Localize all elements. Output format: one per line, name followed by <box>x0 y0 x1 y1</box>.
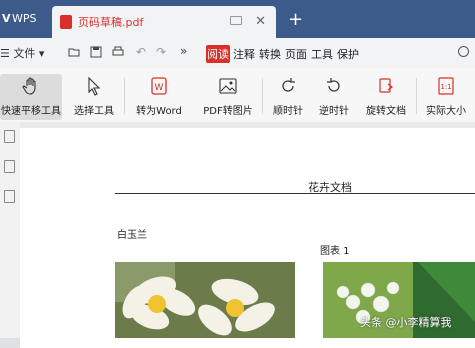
tab-convert[interactable]: 转换 <box>258 45 282 63</box>
new-tab-button[interactable]: + <box>288 9 303 30</box>
search-icon[interactable] <box>458 46 469 57</box>
tab-document-label: 页码草稿.pdf <box>78 16 144 29</box>
more-icon[interactable]: » <box>180 44 187 58</box>
flower-image <box>115 262 295 338</box>
file-menu[interactable]: ☰ 文件 ▾ <box>0 45 44 61</box>
pdf-to-image-button[interactable]: PDF转图片 <box>196 74 260 120</box>
toolbar: 快速平移工具 选择工具 W 转为Word PDF转图片 顺时针 逆时针 旋转文档… <box>0 68 475 123</box>
bookmark-icon[interactable] <box>4 160 15 173</box>
rotate-doc-button[interactable]: 旋转文档 <box>360 74 412 120</box>
left-sidebar <box>0 122 21 338</box>
actual-size-label: 实际大小 <box>426 106 466 117</box>
rotate-document-icon <box>379 78 393 93</box>
hand-icon <box>22 77 36 95</box>
save-icon[interactable] <box>90 46 102 58</box>
rotate-clockwise-icon <box>282 78 295 92</box>
to-word-button[interactable]: W 转为Word <box>128 74 190 120</box>
close-tab-icon[interactable]: ✕ <box>255 14 266 29</box>
tab-protect[interactable]: 保护 <box>336 45 360 63</box>
thumbnail-icon[interactable] <box>4 130 15 143</box>
ribbon-tabs: 阅读 注释 转换 页面 工具 保护 <box>206 45 360 63</box>
toolbar-separator <box>416 78 417 114</box>
tab-wps[interactable]: V WPS <box>0 6 48 30</box>
pdf-to-image-label: PDF转图片 <box>203 106 253 117</box>
title-rule <box>115 193 475 194</box>
undo-icon[interactable]: ↶ <box>136 45 146 59</box>
menu-bar: ☰ 文件 ▾ ↶ ↷ » 阅读 注释 转换 页面 工具 保护 <box>0 38 475 69</box>
tab-document[interactable]: 页码草稿.pdf ✕ <box>52 6 276 38</box>
redo-icon[interactable]: ↷ <box>156 45 166 59</box>
watermark: 头条 @小李精算我 <box>360 316 452 329</box>
title-bar: V WPS 页码草稿.pdf ✕ + <box>0 0 475 38</box>
select-tool-label: 选择工具 <box>74 106 114 117</box>
toolbar-separator <box>124 78 125 114</box>
word-convert-icon: W <box>151 77 167 95</box>
wps-logo-icon: V <box>2 11 11 25</box>
print-icon[interactable] <box>112 46 124 58</box>
rotate-ccw-button[interactable]: 逆时针 <box>312 74 356 120</box>
to-word-label: 转为Word <box>136 106 182 117</box>
actual-size-icon: 1:1 <box>438 77 454 95</box>
rotate-cw-label: 顺时针 <box>273 106 303 117</box>
cursor-icon <box>88 76 101 96</box>
tab-tools[interactable]: 工具 <box>310 45 334 63</box>
tab-wps-label: WPS <box>12 11 37 25</box>
tab-annotate[interactable]: 注释 <box>232 45 256 63</box>
rotate-ccw-label: 逆时针 <box>319 106 349 117</box>
svg-text:W: W <box>155 83 164 93</box>
attachment-icon[interactable] <box>4 190 15 203</box>
pdf-file-icon <box>60 15 72 29</box>
svg-text:1:1: 1:1 <box>440 83 451 91</box>
figure-caption: 图表 1 <box>320 246 350 257</box>
tab-read[interactable]: 阅读 <box>206 45 230 63</box>
tab-page[interactable]: 页面 <box>284 45 308 63</box>
rotate-doc-label: 旋转文档 <box>366 106 406 117</box>
monitor-icon[interactable] <box>230 16 242 25</box>
actual-size-button[interactable]: 1:1 实际大小 <box>420 74 472 120</box>
section-heading: 白玉兰 <box>117 230 147 241</box>
hand-tool-button[interactable]: 快速平移工具 <box>0 74 62 120</box>
select-tool-button[interactable]: 选择工具 <box>66 74 122 120</box>
image-convert-icon <box>219 78 237 94</box>
file-menu-label: 文件 <box>13 47 36 60</box>
rotate-counterclockwise-icon <box>327 78 340 92</box>
rotate-cw-button[interactable]: 顺时针 <box>266 74 310 120</box>
open-folder-icon[interactable] <box>68 46 80 58</box>
toolbar-separator <box>262 78 263 114</box>
hand-tool-label: 快速平移工具 <box>1 106 61 117</box>
